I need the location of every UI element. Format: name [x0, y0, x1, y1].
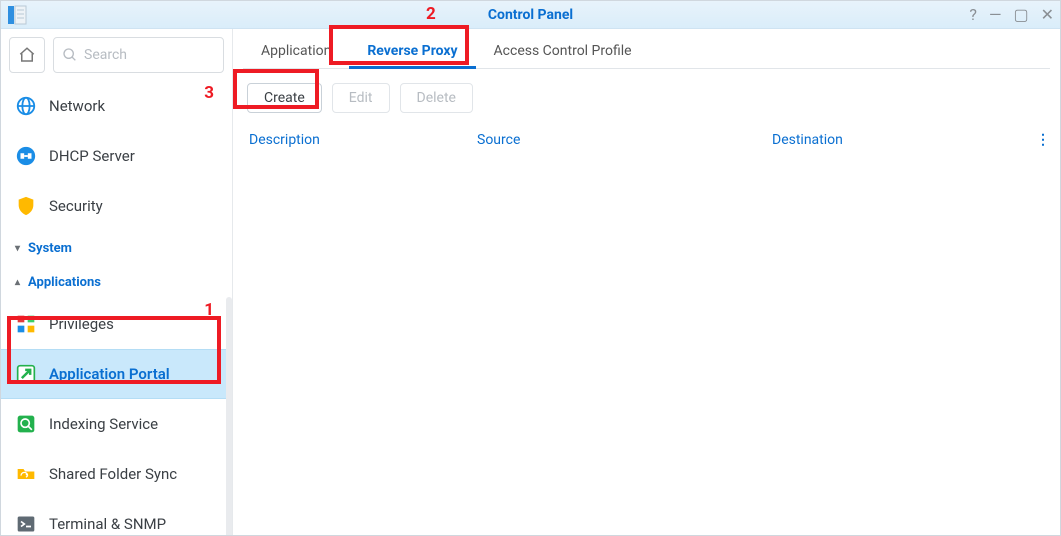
chevron-down-icon: ▾	[15, 243, 20, 254]
sidebar-item-dhcp[interactable]: DHCP Server	[1, 131, 232, 181]
network-icon	[15, 95, 37, 117]
sidebar-scrollbar[interactable]	[226, 297, 232, 535]
maximize-icon[interactable]: ▢	[1013, 7, 1028, 23]
terminal-icon	[15, 513, 37, 535]
sidebar-item-application-portal[interactable]: Application Portal	[1, 349, 232, 399]
sidebar-item-indexing[interactable]: Indexing Service	[1, 399, 232, 449]
home-button[interactable]	[9, 37, 45, 73]
search-input[interactable]	[84, 47, 215, 63]
annotation-2: 2	[426, 4, 436, 24]
sidebar-item-label: Indexing Service	[49, 415, 158, 433]
proxy-table: Description Source Destination ⋮	[243, 125, 1050, 525]
edit-button: Edit	[332, 83, 390, 113]
sidebar-item-security[interactable]: Security	[1, 181, 232, 231]
sidebar-group-applications[interactable]: ▴ Applications	[1, 265, 232, 299]
close-icon[interactable]: ✕	[1041, 7, 1054, 23]
col-menu-icon[interactable]: ⋮	[1026, 132, 1050, 148]
shield-icon	[15, 195, 37, 217]
app-portal-icon	[15, 363, 37, 385]
window-title: Control Panel	[1, 7, 1060, 23]
sidebar-item-label: Privileges	[49, 315, 114, 333]
sidebar-item-label: Shared Folder Sync	[49, 465, 177, 483]
indexing-icon	[15, 413, 37, 435]
col-description[interactable]: Description	[243, 132, 471, 148]
sidebar-item-terminal[interactable]: Terminal & SNMP	[1, 499, 232, 535]
help-icon[interactable]: ?	[969, 7, 977, 23]
col-destination[interactable]: Destination	[766, 132, 1026, 148]
search-box[interactable]	[53, 37, 224, 73]
col-source[interactable]: Source	[471, 132, 766, 148]
toolbar: Create Edit Delete	[243, 69, 1050, 125]
sidebar-item-network[interactable]: Network	[1, 81, 232, 131]
sidebar-item-label: DHCP Server	[49, 147, 135, 165]
sidebar-group-system[interactable]: ▾ System	[1, 231, 232, 265]
tabs: Application Reverse Proxy Access Control…	[243, 35, 1050, 69]
sidebar: Network DHCP Server Security ▾ Syst	[1, 29, 233, 535]
table-header: Description Source Destination ⋮	[243, 125, 1050, 155]
main-content: Application Reverse Proxy Access Control…	[233, 29, 1060, 535]
sidebar-item-sharedfoldersync[interactable]: Shared Folder Sync	[1, 449, 232, 499]
delete-button: Delete	[400, 83, 473, 113]
create-button[interactable]: Create	[247, 83, 322, 113]
foldersync-icon	[15, 463, 37, 485]
dhcp-icon	[15, 145, 37, 167]
app-icon	[7, 5, 27, 25]
tab-reverse-proxy[interactable]: Reverse Proxy	[349, 34, 475, 68]
tab-access-control-profile[interactable]: Access Control Profile	[476, 34, 650, 68]
sidebar-item-label: Security	[49, 197, 103, 215]
tab-application[interactable]: Application	[243, 34, 349, 68]
sidebar-item-label: Application Portal	[49, 365, 170, 383]
sidebar-item-label: Terminal & SNMP	[49, 515, 166, 533]
sidebar-item-label: Network	[49, 97, 105, 115]
minimize-icon[interactable]: —	[989, 7, 1002, 23]
privileges-icon	[15, 313, 37, 335]
chevron-up-icon: ▴	[15, 277, 20, 288]
titlebar: Control Panel ? — ▢ ✕ 2	[1, 1, 1060, 29]
control-panel-window: Control Panel ? — ▢ ✕ 2	[0, 0, 1061, 536]
sidebar-item-privileges[interactable]: Privileges	[1, 299, 232, 349]
